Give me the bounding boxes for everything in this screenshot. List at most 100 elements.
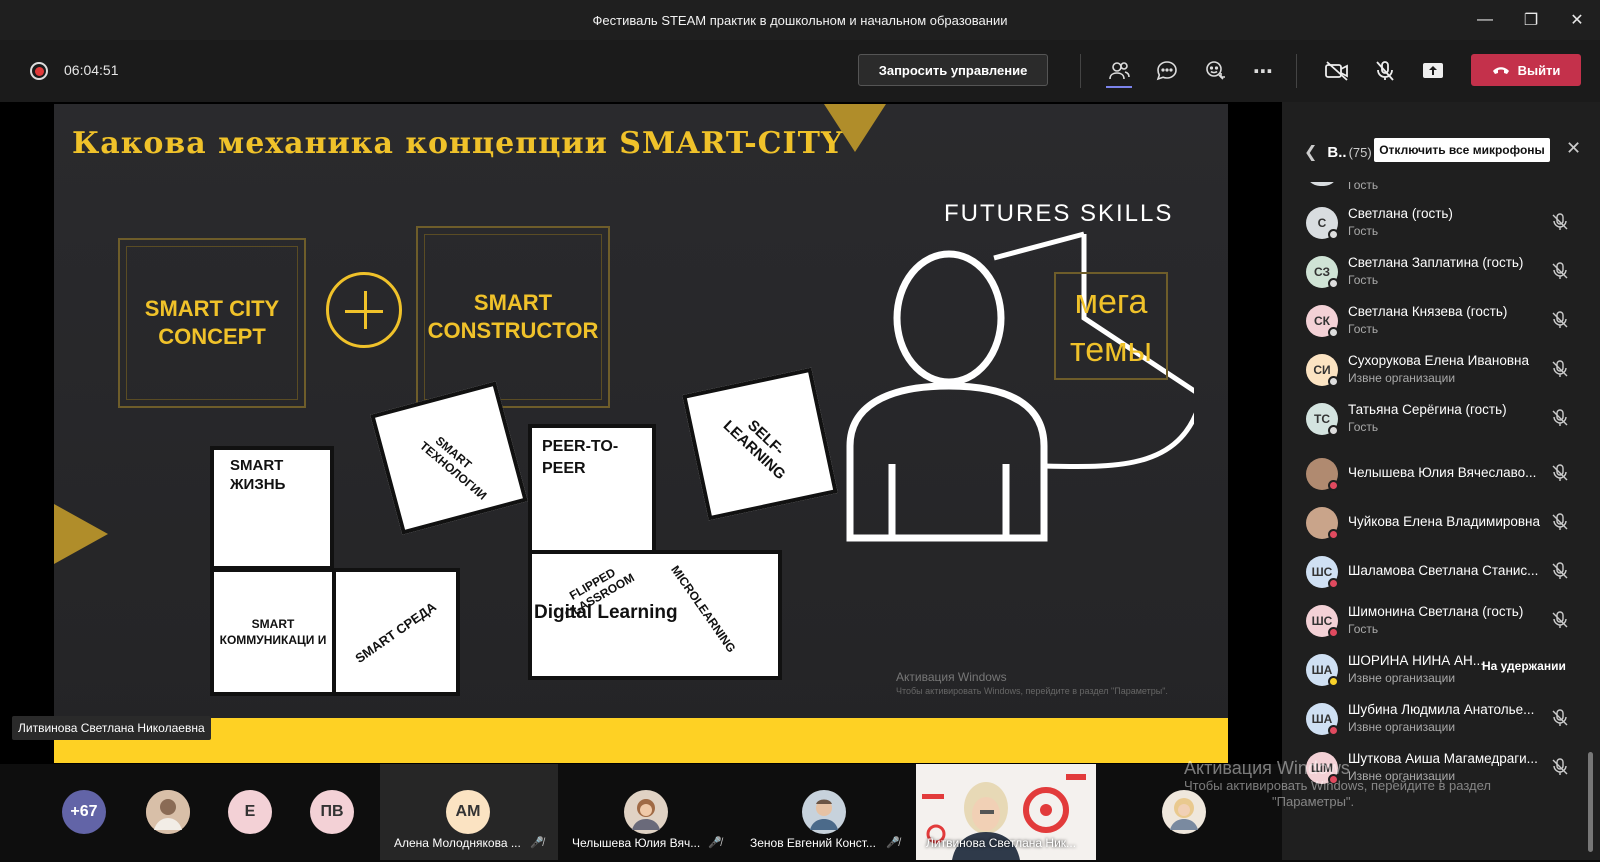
plus-icon: [326, 272, 402, 348]
camera-off-icon[interactable]: [1322, 56, 1352, 86]
participant-name: Светлана Князева (гость): [1348, 304, 1508, 319]
presence-status-icon: [1328, 229, 1339, 240]
presence-status-icon: [1328, 376, 1339, 387]
mic-off-icon[interactable]: [1550, 610, 1570, 630]
smart-city-concept-box: SMART CITY CONCEPT: [118, 238, 306, 408]
participant-tile[interactable]: Зенов Евгений Конст... 🎤̸: [736, 764, 914, 860]
presence-status-icon: [1328, 627, 1339, 638]
mic-off-icon[interactable]: [1550, 408, 1570, 428]
participant-sub: Извне организации: [1348, 371, 1456, 385]
chat-icon[interactable]: [1152, 56, 1182, 86]
participant-count: (75): [1348, 144, 1372, 160]
presentation-slide: Какова механика концепции SMART-CITY SMA…: [54, 104, 1228, 763]
mic-off-icon[interactable]: [1550, 463, 1570, 483]
participant-tile[interactable]: Челышева Юлия Вяч... 🎤̸: [558, 764, 736, 860]
participant-row[interactable]: ША ШОРИНА НИНА АН... Извне организации На у…: [1282, 645, 1582, 693]
mic-off-icon[interactable]: [1550, 708, 1570, 728]
panel-header: ❮ В.. (75): [1304, 138, 1372, 166]
avatar-initials: СК: [1314, 314, 1330, 328]
slide-activation-watermark: Активация Windows Чтобы активировать Win…: [896, 670, 1168, 696]
presence-status-icon: [1328, 425, 1339, 436]
participant-row[interactable]: СИ Сухорукова Елена Ивановна Извне организ…: [1282, 345, 1582, 393]
mic-off-icon[interactable]: [1550, 261, 1570, 281]
participant-name: Светлана Заплатина (гость): [1348, 255, 1524, 270]
mic-off-icon[interactable]: [1550, 561, 1570, 581]
leave-button[interactable]: Выйти: [1471, 54, 1581, 86]
avatar-pv[interactable]: ПВ: [310, 790, 354, 834]
avatar-initials: ТС: [1314, 412, 1330, 426]
mic-off-icon: 🎤̸: [886, 837, 900, 849]
mega-themes-box: мега темы: [1054, 272, 1168, 380]
mute-all-button[interactable]: Отключить все микрофоны: [1374, 138, 1550, 162]
presence-status-icon: [1328, 676, 1339, 687]
participant-row[interactable]: СК Светлана Князева (гость) Гость: [1282, 296, 1582, 344]
puzzle-smart-communications-label: SMART КОММУНИКАЦИ И: [219, 617, 327, 647]
participant-sub: Гость: [1348, 182, 1379, 192]
speaker-video-tile[interactable]: Литвинова Светлана Ник...: [916, 764, 1096, 860]
puzzle-peer-to-peer-label: PEER-TO- PEER: [542, 438, 619, 477]
participants-icon[interactable]: [1104, 56, 1134, 88]
avatar-initials: ШС: [1311, 565, 1333, 579]
participant-name: Челышева Юлия Вячеславо...: [1348, 465, 1537, 480]
share-screen-icon[interactable]: [1418, 56, 1448, 86]
participant-row[interactable]: С Светлана (гость) Гость: [1282, 198, 1582, 246]
participant-row[interactable]: Чуйкова Елена Владимировна: [1282, 498, 1582, 546]
puzzle-smart-environment-label: SMART СРЕДА: [352, 598, 440, 666]
avatar: [802, 790, 846, 834]
puzzle-microlearning-label: MICROLEARNING: [668, 562, 739, 656]
more-options-icon[interactable]: ⋯: [1248, 56, 1278, 86]
participant-name: Чуйкова Елена Владимировна: [1348, 514, 1541, 529]
chevron-left-icon[interactable]: ❮: [1304, 142, 1317, 162]
os-activation-watermark: Активация Windows Чтобы активировать Win…: [1184, 758, 1491, 810]
close-icon[interactable]: ✕: [1554, 0, 1600, 40]
avatar: [1306, 182, 1338, 186]
participant-row[interactable]: ША Шубина Людмила Анатолье... Извне органи…: [1282, 694, 1582, 742]
slide-watermark-title: Активация Windows: [896, 670, 1007, 684]
participant-row[interactable]: СЗ Светлана Заплатина (гость) Гость: [1282, 247, 1582, 295]
avatar-e[interactable]: Е: [228, 790, 272, 834]
more-participants-badge[interactable]: +67: [62, 790, 106, 834]
participant-sub: Гость: [1348, 273, 1379, 287]
participant-row[interactable]: ТС Татьяна Серёгина (гость) Гость: [1282, 394, 1582, 442]
panel-scrollbar[interactable]: [1588, 752, 1593, 852]
meeting-timer: 06:04:51: [64, 62, 119, 78]
participant-row[interactable]: Челышева Юлия Вячеславо...: [1282, 449, 1582, 497]
avatar: ТС: [1306, 403, 1339, 436]
mic-off-icon[interactable]: [1550, 212, 1570, 232]
request-control-button[interactable]: Запросить управление: [858, 54, 1048, 86]
slide-footer-bar: [54, 718, 1228, 763]
mic-off-icon[interactable]: [1550, 757, 1570, 777]
presence-status-icon: [1328, 578, 1339, 589]
puzzle-self-learning: SELF- LEARNING: [682, 367, 838, 521]
title-bar: Фестиваль STEAM практик в дошкольном и н…: [0, 0, 1600, 40]
slide-watermark-sub: Чтобы активировать Windows, перейдите в …: [896, 686, 1168, 696]
avatar: ША: [1306, 654, 1339, 687]
participants-panel: ❮ В.. (75) Отключить все микрофоны ✕ Гос…: [1282, 102, 1600, 860]
minimize-icon[interactable]: —: [1462, 0, 1508, 40]
mic-off-icon[interactable]: [1550, 512, 1570, 532]
avatar[interactable]: [146, 790, 190, 834]
toolbar-divider: [1080, 54, 1081, 88]
reactions-icon[interactable]: [1200, 56, 1230, 86]
participant-tile[interactable]: АМ Алена Молоднякова ... 🎤̸: [380, 764, 558, 860]
avatar-initials: ША: [1311, 663, 1333, 677]
participant-name: Светлана (гость): [1348, 206, 1453, 221]
puzzle-smart-life-label: SMART ЖИЗНЬ: [230, 457, 286, 493]
puzzle-digital-learning: FLIPPED CLASSROOM Digital Learning MICRO…: [528, 550, 782, 680]
mic-off-icon[interactable]: [1550, 359, 1570, 379]
participant-row[interactable]: ШС Шимонина Светлана (гость) Гость: [1282, 596, 1582, 644]
close-panel-icon[interactable]: ✕: [1566, 138, 1581, 159]
presence-status-icon: [1328, 480, 1339, 491]
os-watermark-title: Активация Windows: [1184, 758, 1350, 778]
phone-hangup-icon: [1492, 67, 1509, 74]
avatar-initials: СИ: [1313, 363, 1331, 377]
gold-triangle-left-icon: [54, 504, 108, 564]
maximize-icon[interactable]: ❐: [1508, 0, 1554, 40]
mic-off-icon[interactable]: [1370, 56, 1400, 86]
avatar-am: АМ: [446, 790, 490, 834]
participant-sub: Гость: [1348, 622, 1379, 636]
mic-off-icon[interactable]: [1550, 310, 1570, 330]
smart-constructor-box: SMART CONSTRUCTOR: [416, 226, 610, 408]
avatar: [1306, 458, 1339, 491]
participant-row[interactable]: ШС Шаламова Светлана Станис...: [1282, 547, 1582, 595]
